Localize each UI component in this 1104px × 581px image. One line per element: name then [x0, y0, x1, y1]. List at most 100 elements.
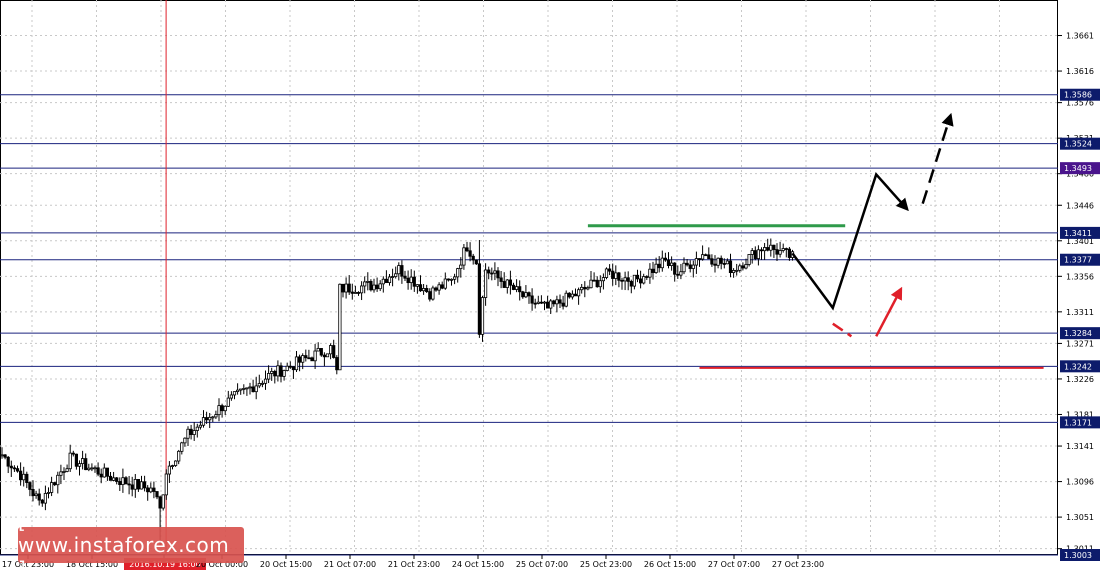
- x-tick-label-4: 20 Oct 15:00: [260, 560, 312, 569]
- candle-134: [415, 284, 420, 294]
- candle-69: [214, 410, 218, 420]
- y-tick-label-7: 1.3356: [1066, 272, 1094, 281]
- candle-93: [288, 361, 292, 369]
- x-tick-label-10: 26 Oct 15:00: [644, 560, 696, 569]
- candle-193: [598, 275, 602, 293]
- candle-100: [310, 356, 314, 362]
- candle-205: [635, 269, 640, 283]
- level-label-7: 1.3171: [1064, 418, 1092, 427]
- candle-252: [781, 243, 785, 253]
- candle-249: [772, 244, 776, 258]
- level-label-5: 1.3284: [1064, 329, 1092, 338]
- candle-197: [611, 263, 615, 286]
- candle-181: [561, 295, 565, 310]
- x-tick-label-7: 24 Oct 15:00: [452, 560, 504, 569]
- candle-196: [608, 264, 612, 276]
- candle-243: [753, 246, 757, 261]
- candle-161: [499, 271, 503, 289]
- candle-40: [124, 476, 128, 485]
- candle-106: [328, 343, 333, 360]
- level-label-3: 1.3411: [1064, 229, 1092, 238]
- candle-30: [93, 465, 97, 473]
- candle-88: [273, 369, 277, 384]
- candle-165: [511, 282, 516, 291]
- candle-169: [524, 285, 528, 299]
- candle-216: [670, 256, 674, 271]
- candle-226: [701, 245, 705, 261]
- candle-204: [632, 274, 637, 290]
- candle-13: [40, 498, 44, 507]
- candle-152: [471, 253, 475, 265]
- candle-254: [787, 246, 792, 261]
- candle-235: [728, 253, 733, 278]
- candle-175: [542, 300, 547, 311]
- candle-141: [437, 282, 441, 295]
- candle-139: [431, 285, 435, 301]
- candle-113: [350, 283, 354, 300]
- candle-120: [372, 278, 376, 293]
- y-tick-label-5: 1.3446: [1066, 201, 1094, 210]
- level-label-1: 1.3524: [1064, 140, 1092, 149]
- y-tick-label-13: 1.3096: [1066, 478, 1094, 487]
- candle-8: [25, 471, 29, 489]
- y-tick-label-8: 1.3311: [1066, 308, 1094, 317]
- candle-11: [34, 490, 38, 499]
- y-tick-label-10: 1.3226: [1066, 375, 1094, 384]
- instaforex-watermark: [ www.instaforex.com ]: [18, 509, 244, 581]
- candle-85: [263, 370, 268, 390]
- candle-234: [725, 258, 730, 265]
- candle-241: [747, 254, 751, 267]
- candle-253: [784, 247, 788, 258]
- candle-187: [580, 283, 584, 294]
- candle-122: [378, 280, 382, 292]
- candle-238: [738, 263, 742, 273]
- candle-46: [142, 475, 147, 492]
- candle-214: [663, 252, 668, 262]
- candle-200: [620, 277, 624, 290]
- level-labels: 1.35861.35241.34931.34111.33771.32841.32…: [1060, 88, 1100, 561]
- candle-107: [332, 339, 336, 359]
- candle-14: [43, 485, 48, 511]
- candle-96: [297, 354, 302, 372]
- candle-222: [688, 260, 692, 273]
- candle-227: [704, 253, 708, 257]
- candle-50: [155, 491, 159, 500]
- candle-199: [617, 271, 621, 288]
- candle-103: [319, 348, 323, 357]
- candle-172: [533, 298, 537, 309]
- candle-108: [335, 355, 339, 375]
- x-tick-label-11: 27 Oct 07:00: [708, 560, 760, 569]
- candle-22: [68, 444, 72, 472]
- candle-136: [421, 283, 426, 295]
- candle-168: [521, 290, 525, 299]
- candle-135: [418, 275, 423, 292]
- candle-251: [778, 241, 782, 258]
- candle-125: [387, 273, 392, 286]
- forecast-breakout-dashed: [921, 112, 954, 205]
- price-chart[interactable]: 1.36611.36161.35761.35311.34861.34461.34…: [0, 0, 1104, 577]
- candle-111: [344, 277, 348, 299]
- x-tick-label-5: 21 Oct 07:00: [324, 560, 376, 569]
- y-tick-label-0: 1.3661: [1066, 32, 1094, 41]
- level-label-2: 1.3493: [1064, 164, 1092, 173]
- candle-185: [573, 288, 578, 297]
- candle-74: [229, 391, 233, 401]
- candle-242: [750, 247, 754, 264]
- candle-174: [539, 295, 544, 304]
- candle-146: [452, 273, 457, 285]
- candle-94: [291, 366, 296, 379]
- candle-184: [570, 290, 575, 300]
- candle-182: [564, 290, 568, 308]
- candle-131: [406, 270, 410, 290]
- candle-2: [6, 455, 10, 474]
- candle-25: [77, 460, 82, 476]
- candle-95: [294, 351, 299, 373]
- candle-38: [118, 477, 122, 491]
- candle-115: [356, 291, 361, 296]
- candle-138: [428, 288, 432, 302]
- level-lines: [0, 94, 1058, 556]
- candle-127: [394, 266, 398, 279]
- level-label-0: 1.3586: [1064, 91, 1092, 100]
- candle-173: [536, 295, 540, 305]
- candle-32: [99, 468, 103, 484]
